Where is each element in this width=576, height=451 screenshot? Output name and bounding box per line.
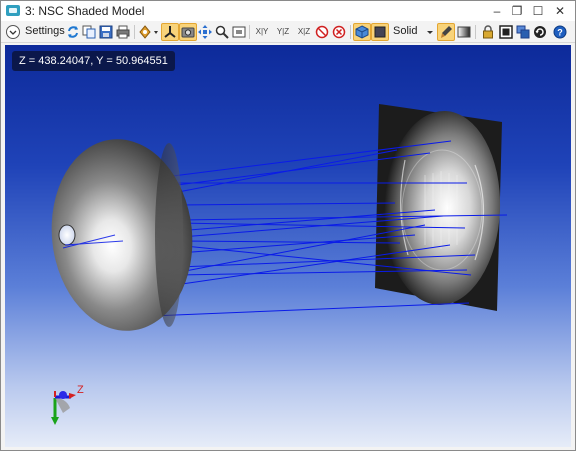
solid-square-icon [374, 26, 386, 38]
dropdown-arrow-icon [427, 31, 433, 34]
x-circle-icon [332, 25, 346, 39]
snapshot-view-button[interactable] [179, 23, 197, 41]
cube-icon [355, 25, 369, 39]
axes-icon [164, 26, 176, 38]
app-icon [6, 5, 20, 16]
update-button[interactable] [531, 23, 549, 41]
camera-view-icon [139, 25, 158, 39]
windows-button[interactable] [514, 23, 532, 41]
orientation-axes: Z [51, 384, 84, 425]
nsc-shaded-model-window: 3: NSC Shaded Model – ❐ ☐ ✕ Settings X|Y… [0, 0, 576, 451]
svg-text:?: ? [557, 28, 563, 38]
close-button[interactable]: ✕ [550, 2, 570, 20]
brush-tool-button[interactable] [437, 23, 455, 41]
no-rotation-button[interactable] [313, 23, 331, 41]
copy-icon [82, 25, 96, 39]
zoom-button[interactable] [213, 23, 231, 41]
chevron-down-circle-icon [6, 25, 20, 39]
toolbar-separator [134, 25, 135, 39]
view-direction-dropdown[interactable] [138, 23, 160, 41]
printer-icon [116, 25, 130, 39]
refresh-circle-icon [534, 26, 546, 38]
z-axis-label: Z [77, 384, 84, 396]
brush-icon [441, 26, 452, 38]
print-button[interactable] [114, 23, 132, 41]
refresh-icon [68, 26, 78, 38]
cursor-coordinates: Z = 438.24047, Y = 50.964551 [12, 51, 175, 71]
clear-button[interactable] [330, 23, 348, 41]
toolbar-separator [475, 25, 476, 39]
pan-button[interactable] [196, 23, 214, 41]
save-button[interactable] [97, 23, 115, 41]
render-mode-dropdown[interactable]: Solid [393, 23, 435, 41]
gradient-icon [457, 26, 471, 38]
windows-icon [516, 25, 530, 39]
title-bar: 3: NSC Shaded Model – ❐ ☐ ✕ [1, 1, 575, 21]
restore-button[interactable]: ❐ [507, 2, 527, 20]
toolbar-separator [350, 25, 351, 39]
view-xz-button[interactable]: X|Z [294, 23, 314, 41]
toolbar-separator [249, 25, 250, 39]
solid-cube-button[interactable] [371, 23, 389, 41]
help-button[interactable]: ? [551, 23, 569, 41]
shaded-cube-button[interactable] [353, 23, 371, 41]
gradient-button[interactable] [455, 23, 473, 41]
maximize-button[interactable]: ☐ [528, 2, 548, 20]
move-arrows-icon [198, 25, 212, 39]
settings-label: Settings [25, 25, 65, 37]
render-mode-label: Solid [393, 25, 418, 37]
shaded-model-viewport[interactable]: Z Z = 438.24047, Y = 50.964551 [5, 45, 571, 447]
screen-fit-icon [232, 26, 246, 38]
magnifier-icon [215, 25, 229, 39]
detector-plane [375, 104, 502, 311]
scene-canvas: Z [51, 104, 508, 425]
toolbar: Settings X|Y Y|Z X|Z Solid ? [1, 22, 575, 43]
layout-button[interactable] [497, 23, 515, 41]
camera-icon [181, 27, 195, 38]
view-xy-button[interactable]: X|Y [252, 23, 272, 41]
copy-button[interactable] [80, 23, 98, 41]
save-icon [99, 25, 113, 39]
lock-icon [483, 25, 493, 39]
no-rotate-icon [315, 25, 329, 39]
settings-button[interactable]: Settings [4, 23, 65, 41]
fit-view-button[interactable] [230, 23, 248, 41]
window-title: 3: NSC Shaded Model [25, 4, 145, 18]
rotate-axes-button[interactable] [161, 23, 179, 41]
window-layout-icon [499, 25, 513, 39]
lock-button[interactable] [479, 23, 497, 41]
minimize-button[interactable]: – [487, 2, 507, 20]
help-icon: ? [553, 25, 567, 39]
parabolic-mirror [51, 139, 193, 331]
view-yz-button[interactable]: Y|Z [273, 23, 293, 41]
